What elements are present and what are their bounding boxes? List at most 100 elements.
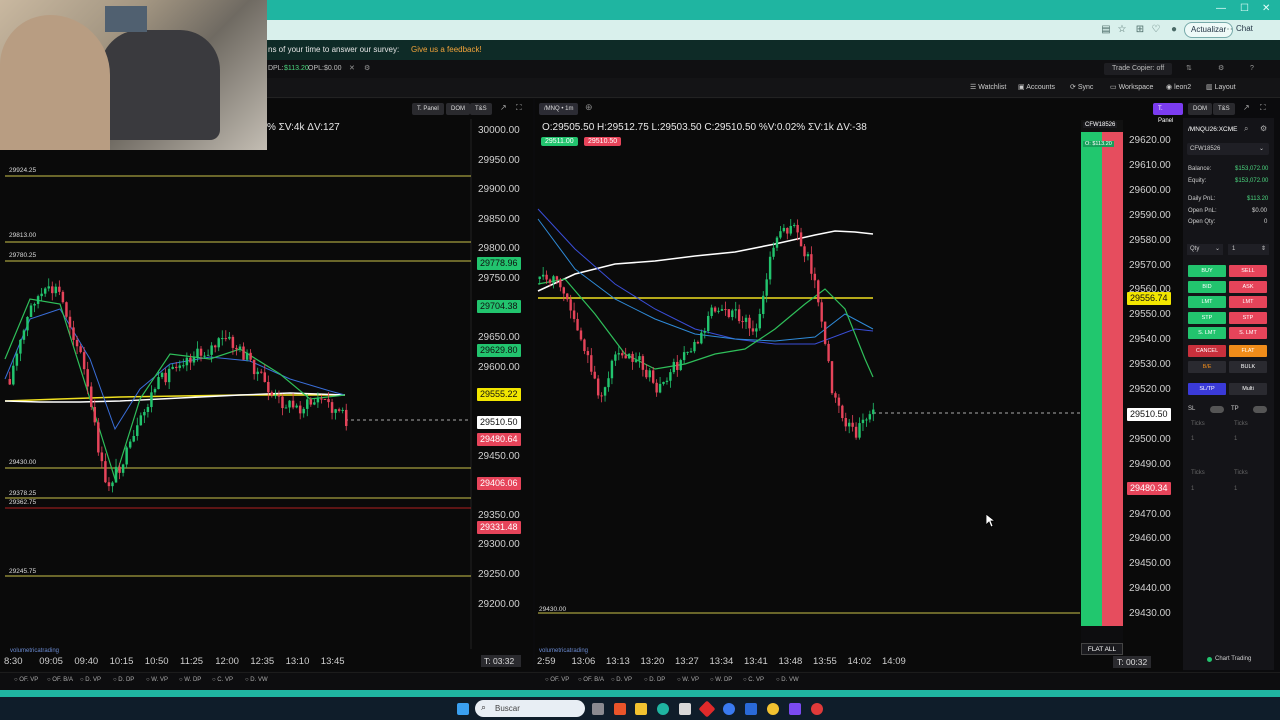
app-icon[interactable] <box>789 703 801 715</box>
price-axis-label: 29620.00 <box>1129 135 1171 146</box>
candle-body <box>337 409 341 411</box>
vp-toggle-button[interactable]: ○ D. VW <box>776 677 799 683</box>
folder-icon[interactable] <box>635 703 647 715</box>
left-chart-svg[interactable]: volumetricatrading T: 03:32 <box>0 99 533 671</box>
layout-button[interactable]: ▥ Layout <box>1206 78 1236 98</box>
time-axis-label: 13:06 <box>571 656 596 667</box>
chrome-icon[interactable] <box>767 703 779 715</box>
vp-toggle-button[interactable]: ○ D. VP <box>611 677 632 683</box>
close-icon[interactable]: ✕ <box>1262 3 1270 14</box>
sl-toggle[interactable] <box>1210 406 1224 413</box>
order-buy-button[interactable]: BID <box>1188 280 1226 293</box>
taskview-icon[interactable] <box>592 703 604 715</box>
cancel-button[interactable]: CANCEL <box>1188 345 1226 357</box>
trail-ticks-select[interactable]: Ticks <box>1234 470 1248 476</box>
gear-icon[interactable]: ⚙ <box>1218 60 1224 78</box>
app-icon[interactable] <box>811 703 823 715</box>
vp-toggle-button[interactable]: ○ D. DP <box>113 677 134 683</box>
account-select[interactable]: CFW18526 ⌄ <box>1187 143 1269 155</box>
start-icon[interactable] <box>457 703 469 715</box>
tab-dom-right[interactable]: DOM <box>1188 103 1212 115</box>
vp-toggle-button[interactable]: ○ OF. B/A <box>47 677 73 683</box>
vp-toggle-button[interactable]: ○ W. DP <box>710 677 732 683</box>
link-icon[interactable]: ⇅ <box>1186 60 1192 78</box>
multi-tab[interactable]: Multi <box>1229 383 1267 395</box>
vp-toggle-button[interactable]: ○ D. DP <box>644 677 665 683</box>
store-icon[interactable] <box>679 703 691 715</box>
mail-icon[interactable] <box>745 703 757 715</box>
order-buy-button[interactable]: BUY <box>1188 265 1226 277</box>
help-icon[interactable] <box>723 703 735 715</box>
be-ticks-value[interactable]: 1 <box>1191 486 1194 492</box>
vp-toggle-button[interactable]: ○ C. VP <box>743 677 764 683</box>
price-axis-label: 29490.00 <box>1129 458 1171 470</box>
tp-ticks-select[interactable]: Ticks <box>1234 421 1248 427</box>
extensions-icon[interactable]: ⊞ <box>1134 24 1146 36</box>
trail-ticks-value[interactable]: 1 <box>1234 486 1237 492</box>
star-icon[interactable]: ☆ <box>1116 24 1128 36</box>
sl-ticks-select[interactable]: Ticks <box>1191 421 1205 427</box>
right-chart-svg[interactable]: 29430.00 volumetricatrading <box>535 99 1125 671</box>
popout-icon[interactable]: ↗ <box>1243 103 1250 112</box>
accounts-button[interactable]: ▣ Accounts <box>1018 78 1055 98</box>
profile-icon[interactable]: ● <box>1168 24 1180 36</box>
tab-ts-right[interactable]: T&S <box>1213 103 1235 115</box>
time-axis-label: 13:34 <box>709 656 734 667</box>
dom-bar[interactable]: CFW18526 O: $113.20 FLAT ALL <box>1081 120 1123 655</box>
vp-toggle-button[interactable]: ○ OF. VP <box>14 677 38 683</box>
order-buy-button[interactable]: S. LMT <box>1188 327 1226 339</box>
candle-body <box>143 411 146 416</box>
bulk-button[interactable]: BULK <box>1229 361 1267 373</box>
trading-side-panel[interactable]: /MNQU26:XCME ⌕ ⚙ CFW18526 ⌄ Balance: $15… <box>1183 118 1274 670</box>
sltp-tab[interactable]: SL/TP <box>1188 383 1226 395</box>
be-ticks-select[interactable]: Ticks <box>1191 470 1205 476</box>
tp-ticks-value[interactable]: 1 <box>1234 436 1237 442</box>
tp-toggle[interactable] <box>1253 406 1267 413</box>
vp-toggle-button[interactable]: ○ W. VP <box>677 677 699 683</box>
app-icon[interactable] <box>614 703 626 715</box>
survey-link[interactable]: Give us a feedback! <box>411 40 482 60</box>
user-button[interactable]: ◉ leon2 <box>1166 78 1191 98</box>
vp-toggle-button[interactable]: ○ D. VW <box>245 677 268 683</box>
flat-all-button[interactable]: FLAT ALL <box>1081 643 1123 655</box>
order-sell-button[interactable]: SELL <box>1229 265 1267 277</box>
edge-icon[interactable] <box>657 703 669 715</box>
watchlist-button[interactable]: ☰ Watchlist <box>970 78 1006 98</box>
taskbar-search[interactable]: ⌕ Buscar <box>475 700 585 717</box>
order-sell-button[interactable]: STP <box>1229 311 1267 324</box>
vp-toggle-button[interactable]: ○ W. DP <box>179 677 201 683</box>
order-sell-button[interactable]: ASK <box>1229 280 1267 293</box>
flat-button[interactable]: FLAT <box>1229 345 1267 357</box>
qty-mode-select[interactable]: Qty ⌄ <box>1187 244 1223 255</box>
expand-icon[interactable]: ⛶ <box>1260 103 1266 113</box>
workspace-button[interactable]: ▭ Workspace <box>1110 78 1153 98</box>
order-sell-button[interactable]: LMT <box>1229 296 1267 308</box>
candle-body <box>341 409 344 411</box>
candle-body <box>82 352 86 370</box>
order-buy-button[interactable]: LMT <box>1188 296 1226 308</box>
gear-icon[interactable]: ⚙ <box>1260 124 1267 133</box>
favorites-icon[interactable]: ♡ <box>1150 24 1162 36</box>
vp-toggle-button[interactable]: ○ C. VP <box>212 677 233 683</box>
minimize-icon[interactable]: — <box>1216 3 1226 14</box>
sl-ticks-value[interactable]: 1 <box>1191 436 1194 442</box>
time-axis-label: 09:40 <box>74 656 99 667</box>
breakeven-button[interactable]: B/E <box>1188 361 1226 373</box>
trade-copier-button[interactable]: Trade Copier: off <box>1104 63 1173 75</box>
close-icon[interactable]: ✕ <box>349 60 355 78</box>
maximize-icon[interactable]: ☐ <box>1240 3 1249 14</box>
vp-toggle-button[interactable]: ○ OF. VP <box>545 677 569 683</box>
settings-icon[interactable]: ⚙ <box>364 60 370 78</box>
vp-toggle-button[interactable]: ○ OF. B/A <box>578 677 604 683</box>
order-sell-button[interactable]: S. LMT <box>1229 327 1267 339</box>
help-icon[interactable]: ? <box>1250 60 1254 78</box>
sync-button[interactable]: ⟳ Sync <box>1070 78 1093 98</box>
more-icon[interactable]: ⋯ <box>1222 24 1234 36</box>
order-buy-button[interactable]: STP <box>1188 311 1226 324</box>
qty-stepper[interactable]: 1 ⇕ <box>1228 244 1269 255</box>
reader-icon[interactable]: ▤ <box>1100 24 1112 36</box>
vp-toggle-button[interactable]: ○ D. VP <box>80 677 101 683</box>
chat-button[interactable]: Chat <box>1236 24 1253 33</box>
search-icon[interactable]: ⌕ <box>1244 124 1248 134</box>
vp-toggle-button[interactable]: ○ W. VP <box>146 677 168 683</box>
